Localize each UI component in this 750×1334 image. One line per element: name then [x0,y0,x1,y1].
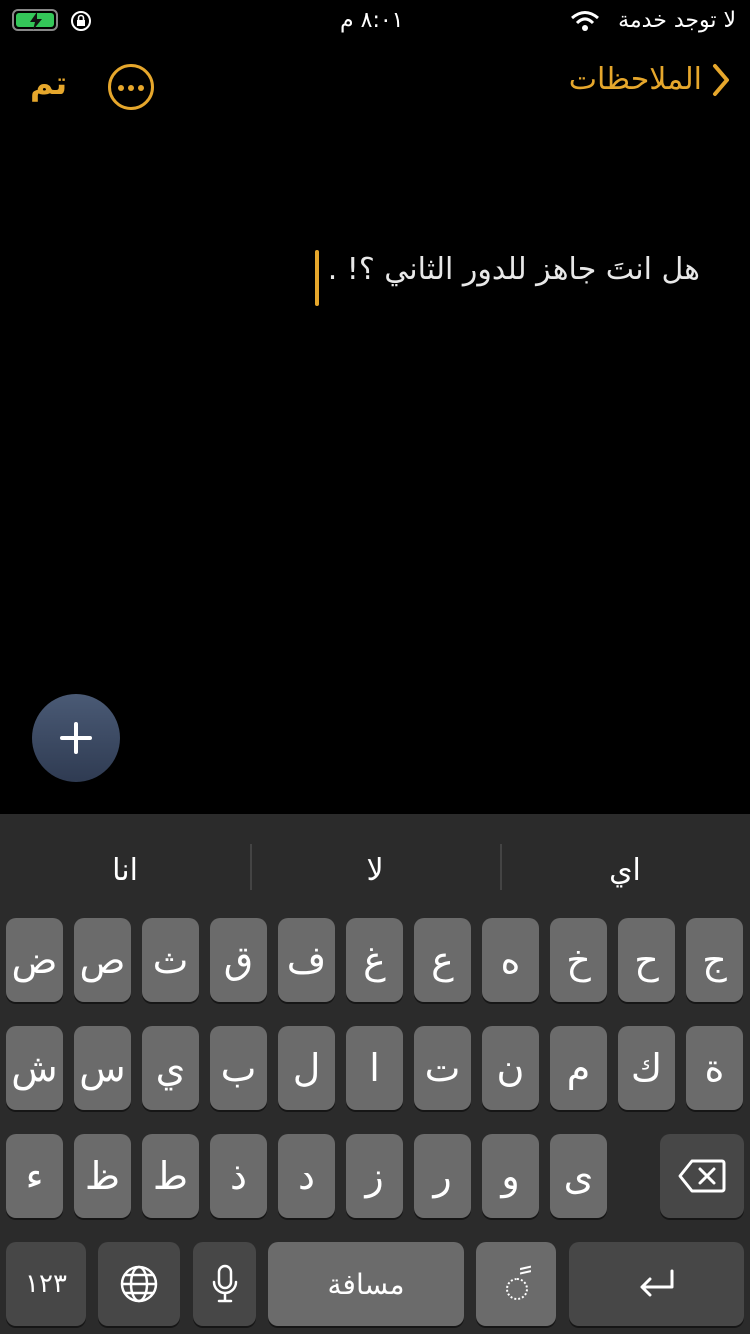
microphone-icon [212,1264,237,1303]
suggestion-2[interactable]: لا [250,834,500,906]
back-to-notes-button[interactable]: الملاحظات [569,62,730,97]
rotation-lock-icon [71,11,91,31]
key[interactable]: ز [346,1134,403,1218]
key[interactable]: غ [346,918,403,1002]
key[interactable]: ظ [74,1134,131,1218]
keyboard: انا لا اي ض ص ث ق ف غ ع ه خ ح ج ش س ي ب … [0,814,750,1334]
dotted-circle-icon [506,1278,528,1300]
key[interactable]: ط [142,1134,199,1218]
key[interactable]: ض [6,918,63,1002]
key[interactable]: ذ [210,1134,267,1218]
space-key[interactable]: مسافة [268,1242,464,1326]
battery-icon [12,9,58,31]
chevron-left-icon [713,63,729,96]
return-icon [640,1269,673,1297]
suggestion-3[interactable]: اي [500,834,750,906]
done-button[interactable]: تم [30,64,67,102]
diacritic-key[interactable]: ً [476,1242,556,1326]
key[interactable]: د [278,1134,335,1218]
text-cursor [315,250,319,306]
key[interactable]: ي [142,1026,199,1110]
note-body-text[interactable]: هل انتَ جاهز للدور الثاني ؟! . [328,252,700,287]
key[interactable]: و [482,1134,539,1218]
status-bar: ٨:٠١ م لا توجد خدمة [0,0,750,44]
key[interactable]: ء [6,1134,63,1218]
key[interactable]: ص [74,918,131,1002]
backspace-icon [678,1159,726,1193]
plus-icon [60,722,92,754]
carrier-label: لا توجد خدمة [618,8,736,33]
key[interactable]: ق [210,918,267,1002]
key[interactable]: ش [6,1026,63,1110]
key[interactable]: ا [346,1026,403,1110]
add-button[interactable] [32,694,120,782]
key[interactable]: ع [414,918,471,1002]
wifi-icon [571,11,599,31]
key[interactable]: ف [278,918,335,1002]
key[interactable]: خ [550,918,607,1002]
more-options-button[interactable] [108,64,154,110]
delete-key[interactable] [660,1134,744,1218]
key[interactable]: س [74,1026,131,1110]
key[interactable]: ن [482,1026,539,1110]
back-label: الملاحظات [568,62,702,97]
key[interactable]: ت [414,1026,471,1110]
return-key[interactable] [569,1242,744,1326]
key[interactable]: ح [618,918,675,1002]
key[interactable]: ر [414,1134,471,1218]
key[interactable]: ج [686,918,743,1002]
key[interactable]: ى [550,1134,607,1218]
key[interactable]: م [550,1026,607,1110]
globe-icon [120,1265,158,1303]
key[interactable]: ه [482,918,539,1002]
suggestion-bar: انا لا اي [0,834,750,906]
key[interactable]: ك [618,1026,675,1110]
suggestion-1[interactable]: انا [0,834,250,906]
globe-key[interactable] [98,1242,180,1326]
key[interactable]: ب [210,1026,267,1110]
status-time: ٨:٠١ م [340,8,404,33]
key[interactable]: ث [142,918,199,1002]
numbers-key[interactable]: ١٢٣ [6,1242,86,1326]
key[interactable]: ل [278,1026,335,1110]
key[interactable]: ة [686,1026,743,1110]
dictation-key[interactable] [193,1242,256,1326]
